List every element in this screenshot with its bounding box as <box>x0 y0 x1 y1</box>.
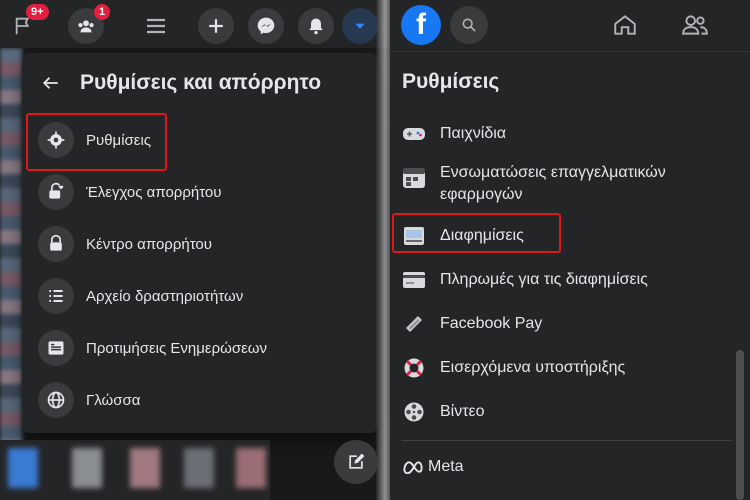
highlight-box <box>26 113 167 171</box>
menu-header: Ρυθμίσεις και απόρρητο <box>42 71 321 95</box>
divider <box>402 440 732 441</box>
home-button[interactable] <box>610 10 640 40</box>
settings-item-label: Εισερχόμενα υποστήριξης <box>440 359 626 376</box>
groups-icon <box>78 20 94 33</box>
account-button[interactable] <box>342 8 378 44</box>
meta-footer[interactable]: Meta <box>402 458 464 476</box>
section-title: Ρυθμίσεις <box>402 70 500 93</box>
settings-item-support-inbox[interactable]: Εισερχόμενα υποστήριξης <box>402 356 722 380</box>
friends-icon <box>682 15 708 35</box>
new-message-button[interactable] <box>334 440 378 484</box>
home-icon <box>614 15 636 35</box>
bell-icon <box>309 18 323 35</box>
blurred-avatar <box>8 448 38 488</box>
pay-tag-icon <box>402 312 426 336</box>
notifications-button[interactable] <box>298 8 334 44</box>
settings-item-games[interactable]: Παιχνίδια <box>402 122 722 146</box>
menu-item-label: Προτιμήσεις Ενημερώσεων <box>86 339 267 357</box>
caret-down-icon <box>355 23 365 29</box>
settings-item-label: Πληρωμές για τις διαφημίσεις <box>440 271 648 288</box>
notification-badge: 9+ <box>26 4 49 20</box>
settings-privacy-menu: Ρυθμίσεις και απόρρητο Ρυθμίσεις Έλεγχος… <box>22 53 378 433</box>
blurred-avatar <box>184 448 214 488</box>
settings-item-label: Βίντεο <box>440 403 485 420</box>
create-button[interactable] <box>198 8 234 44</box>
film-reel-icon <box>402 400 426 424</box>
lifebuoy-icon <box>402 356 426 380</box>
friends-button[interactable] <box>680 10 710 40</box>
groups-button[interactable]: 1 <box>68 4 111 44</box>
menu-item-label: Αρχείο δραστηριοτήτων <box>86 287 244 305</box>
menu-item-label: Γλώσσα <box>86 391 141 409</box>
settings-item-videos[interactable]: Βίντεο <box>402 400 722 424</box>
facebook-logo[interactable]: f <box>401 5 441 45</box>
menu-item-privacy-checkup[interactable]: Έλεγχος απορρήτου <box>34 169 364 215</box>
menu-item-activity-log[interactable]: Αρχείο δραστηριοτήτων <box>34 273 364 319</box>
menu-item-privacy-center[interactable]: Κέντρο απορρήτου <box>34 221 364 267</box>
settings-item-label: Παιχνίδια <box>440 125 507 142</box>
settings-item-label: Facebook Pay <box>440 315 543 332</box>
meta-logo-icon <box>403 461 423 474</box>
right-screen: f Ρυθμίσεις Παιχνίδια Ενσωματώσεις επαγγ… <box>390 0 750 500</box>
plus-icon <box>209 19 223 33</box>
lock-icon <box>38 226 74 262</box>
credit-card-icon <box>402 268 426 292</box>
pages-flag-button[interactable]: 9+ <box>6 4 49 44</box>
blurred-feed <box>0 48 22 488</box>
settings-item-facebook-pay[interactable]: Facebook Pay <box>402 312 722 336</box>
top-navigation-bar: 9+ 1 <box>0 0 390 48</box>
blurred-avatar <box>236 448 266 488</box>
lock-heart-icon <box>38 174 74 210</box>
settings-item-label: Ενσωματώσεις επαγγελματικών εφαρμογών <box>440 164 666 203</box>
messenger-button[interactable] <box>248 8 284 44</box>
search-button[interactable] <box>450 6 488 44</box>
menu-item-feed-preferences[interactable]: Προτιμήσεις Ενημερώσεων <box>34 325 364 371</box>
settings-item-business-integrations[interactable]: Ενσωματώσεις επαγγελματικών εφαρμογών <box>402 162 722 206</box>
highlight-box <box>392 213 561 253</box>
menu-item-label: Έλεγχος απορρήτου <box>86 183 222 201</box>
messenger-icon <box>257 17 275 35</box>
meta-label: Meta <box>428 458 464 475</box>
hamburger-icon <box>147 18 165 34</box>
gamepad-icon <box>402 122 426 146</box>
settings-item-ad-payments[interactable]: Πληρωμές για τις διαφημίσεις <box>402 268 722 292</box>
compose-icon <box>349 453 365 469</box>
search-icon <box>462 18 476 32</box>
business-apps-icon <box>402 166 426 190</box>
scrollbar[interactable] <box>736 350 744 500</box>
menu-title: Ρυθμίσεις και απόρρητο <box>80 71 322 94</box>
left-screen: 9+ 1 Ρυθμίσεις και απόρρητο Ρυθμίσεις Έλ… <box>0 0 390 500</box>
menu-item-label: Κέντρο απορρήτου <box>86 235 212 253</box>
menu-button[interactable] <box>138 8 174 44</box>
top-navigation-bar: f <box>390 0 750 52</box>
globe-icon <box>38 382 74 418</box>
back-arrow-icon[interactable] <box>42 74 60 92</box>
feed-icon <box>38 330 74 366</box>
blurred-avatar <box>130 448 160 488</box>
menu-item-language[interactable]: Γλώσσα <box>34 377 364 423</box>
notification-badge: 1 <box>94 4 111 20</box>
list-icon <box>38 278 74 314</box>
blurred-avatar <box>72 448 102 488</box>
